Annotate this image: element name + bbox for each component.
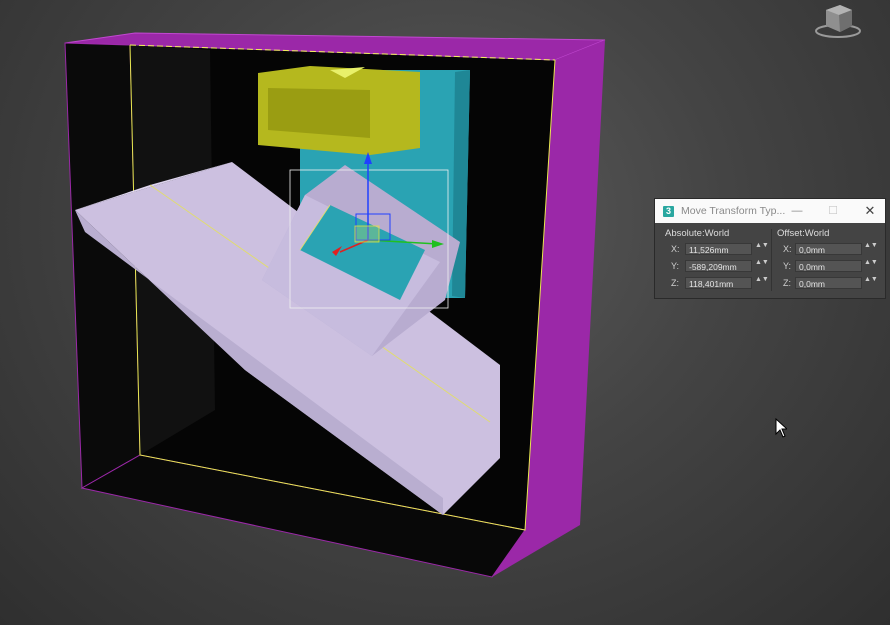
abs-z-spinner[interactable]: ▲▼	[755, 276, 769, 289]
off-x-field[interactable]: 0,0mm	[795, 243, 862, 255]
abs-x-field[interactable]: 11,526mm	[685, 243, 752, 255]
abs-x-spinner[interactable]: ▲▼	[755, 242, 769, 255]
minimize-button[interactable]: —	[785, 199, 809, 223]
off-x-spinner[interactable]: ▲▼	[864, 242, 878, 255]
abs-row-y: Y: -589,209mm ▲▼	[661, 259, 769, 273]
dialog-title: Move Transform Typ...	[681, 205, 786, 217]
axis-label: X:	[783, 244, 792, 254]
move-transform-dialog[interactable]: 3 Move Transform Typ... — ☐ ✕ Absolute:W…	[654, 198, 886, 299]
abs-y-spinner[interactable]: ▲▼	[755, 259, 769, 272]
close-button[interactable]: ✕	[858, 199, 882, 223]
off-row-x: X: 0,0mm ▲▼	[773, 242, 881, 256]
abs-y-field[interactable]: -589,209mm	[685, 260, 752, 272]
mouse-cursor-icon	[775, 417, 789, 443]
off-z-field[interactable]: 0,0mm	[795, 277, 862, 289]
axis-label: Y:	[671, 261, 680, 271]
app-icon: 3	[663, 205, 674, 217]
off-y-spinner[interactable]: ▲▼	[864, 259, 878, 272]
absolute-label: Absolute:World	[665, 228, 730, 239]
off-y-field[interactable]: 0,0mm	[795, 260, 862, 272]
off-z-spinner[interactable]: ▲▼	[864, 276, 878, 289]
yellow-box-opening	[268, 88, 370, 138]
axis-label: Z:	[783, 278, 791, 288]
off-row-y: Y: 0,0mm ▲▼	[773, 259, 881, 273]
abs-z-field[interactable]: 118,401mm	[685, 277, 752, 289]
axis-label: X:	[671, 244, 680, 254]
group-divider	[771, 229, 772, 291]
viewcube-icon[interactable]	[812, 2, 862, 40]
viewport-3d[interactable]	[0, 0, 890, 625]
abs-row-z: Z: 118,401mm ▲▼	[661, 276, 769, 290]
offset-group: Offset:World X: 0,0mm ▲▼ Y: 0,0mm ▲▼ Z: …	[773, 223, 881, 296]
maximize-button[interactable]: ☐	[821, 199, 845, 223]
abs-row-x: X: 11,526mm ▲▼	[661, 242, 769, 256]
axis-label: Y:	[783, 261, 792, 271]
dialog-titlebar[interactable]: 3 Move Transform Typ... — ☐ ✕	[655, 199, 885, 223]
offset-label: Offset:World	[777, 228, 830, 239]
axis-label: Z:	[671, 278, 679, 288]
frame-left-face	[64, 42, 141, 489]
off-row-z: Z: 0,0mm ▲▼	[773, 276, 881, 290]
absolute-group: Absolute:World X: 11,526mm ▲▼ Y: -589,20…	[661, 223, 769, 296]
